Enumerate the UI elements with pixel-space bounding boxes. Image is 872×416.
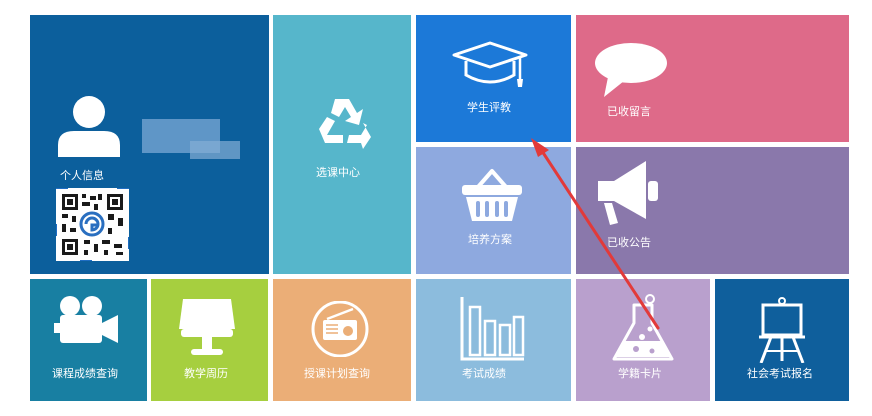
user-icon (58, 96, 120, 157)
tile-student-card[interactable]: 学籍卡片 (576, 279, 710, 401)
video-camera-icon (54, 296, 118, 343)
tile-teaching-calendar[interactable]: 教学周历 (151, 279, 268, 401)
easel-icon (759, 297, 805, 363)
graduation-cap-icon (452, 41, 528, 87)
tile-label: 个人信息 (60, 169, 104, 182)
tile-label: 课程成绩查询 (52, 367, 118, 380)
tile-label: 学生评教 (467, 101, 511, 114)
bar-chart-icon (460, 297, 525, 361)
basket-icon (462, 169, 522, 221)
tile-course-selection[interactable]: 选课中心 (273, 15, 411, 274)
tile-personal-info[interactable]: 个人信息 (30, 15, 269, 274)
blurred-name-2 (190, 141, 240, 159)
tile-exam-results[interactable]: 考试成绩 (416, 279, 571, 401)
tile-label: 已收公告 (607, 236, 651, 249)
tile-teaching-plan-query[interactable]: 授课计划查询 (273, 279, 411, 401)
tile-training-plan[interactable]: 培养方案 (416, 147, 571, 274)
flask-icon (612, 294, 674, 361)
megaphone-icon (598, 161, 658, 225)
tile-label: 学籍卡片 (618, 367, 662, 380)
recycle-icon (319, 99, 371, 149)
tile-label: 培养方案 (468, 233, 512, 246)
tile-received-messages[interactable]: 已收留言 (576, 15, 849, 142)
tile-label: 教学周历 (184, 367, 228, 380)
tile-label: 已收留言 (607, 105, 651, 118)
tile-label: 授课计划查询 (304, 367, 370, 380)
speech-bubble-icon (595, 43, 667, 97)
tile-label: 社会考试报名 (747, 367, 813, 380)
tile-social-exam-registration[interactable]: 社会考试报名 (715, 279, 849, 401)
tile-label: 选课中心 (316, 166, 360, 179)
tile-student-evaluation[interactable]: 学生评教 (416, 15, 571, 142)
tile-received-announcements[interactable]: 已收公告 (576, 147, 849, 274)
lamp-icon (179, 299, 235, 355)
tile-label: 考试成绩 (462, 367, 506, 380)
qr-code[interactable] (55, 187, 130, 262)
tile-grades-query[interactable]: 课程成绩查询 (30, 279, 147, 401)
radio-icon (311, 301, 369, 357)
